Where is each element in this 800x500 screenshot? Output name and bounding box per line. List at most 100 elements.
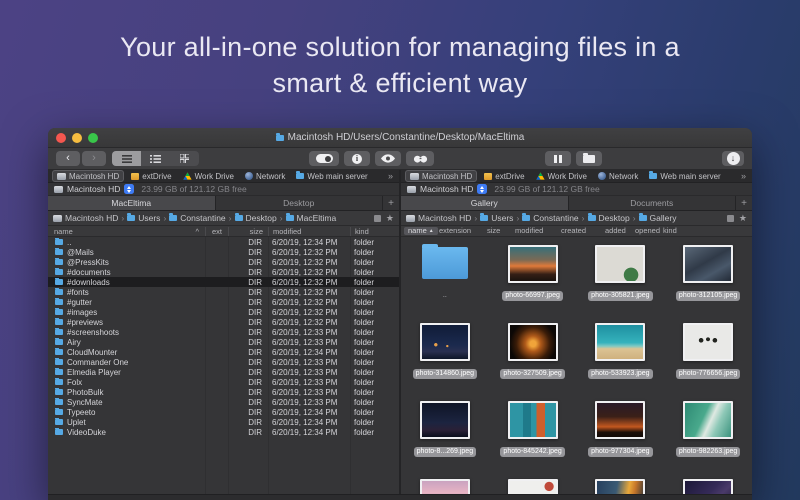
grid-item[interactable]: photo-977304.jpeg [577,393,665,471]
favorite-item-macintosh-hd[interactable]: Macintosh HD [52,170,124,182]
preview-button[interactable] [375,151,401,166]
column-header-modified[interactable]: modified [515,226,543,236]
search-button[interactable] [406,151,434,166]
grid-item[interactable]: photo-533923.jpeg [577,315,665,393]
dual-pane-toggle-button[interactable] [309,151,339,166]
column-header-extension[interactable]: extension [439,226,471,236]
table-row[interactable]: @PressKitsDIR6/20/19, 12:32 PMfolder [48,257,399,267]
table-row[interactable]: #fontsDIR6/20/19, 12:32 PMfolder [48,287,399,297]
grid-item[interactable]: photo-982263.jpeg [664,393,752,471]
list-view-button[interactable] [112,151,141,166]
column-header-created[interactable]: created [561,226,586,236]
grid-item-parent-folder[interactable]: .. [401,237,489,315]
queue-pause-button[interactable] [545,151,571,166]
column-header-name[interactable]: name▲ [404,227,438,235]
grid-item[interactable]: photo-314860.jpeg [401,315,489,393]
breadcrumb-item-macintosh-hd[interactable]: Macintosh HD [53,213,118,223]
path-options-button[interactable] [374,215,381,222]
column-header-added[interactable]: added [605,226,626,236]
column-header-opened[interactable]: opened [635,226,660,236]
table-row[interactable]: UpletDIR6/20/19, 12:34 PMfolder [48,417,399,427]
table-row[interactable]: #gutterDIR6/20/19, 12:32 PMfolder [48,297,399,307]
add-tab-button[interactable]: + [736,196,752,210]
breadcrumb-item-desktop[interactable]: Desktop [588,213,630,223]
titlebar[interactable]: Macintosh HD/Users/Constantine/Desktop/M… [48,128,752,148]
favorite-item-work-drive[interactable]: Work Drive [179,171,238,182]
favorite-star-icon[interactable]: ★ [739,214,747,223]
grid-item[interactable]: photo-312105.jpeg [664,237,752,315]
column-headers-right: name▲extension size modified created addedop… [401,226,752,237]
tab-desktop[interactable]: Desktop [216,196,383,210]
table-row[interactable]: SyncMateDIR6/20/19, 12:33 PMfolder [48,397,399,407]
folder-icon [480,215,488,221]
column-header-kind[interactable]: kind [663,226,677,236]
tab-gallery[interactable]: Gallery [401,196,568,210]
tab-documents[interactable]: Documents [569,196,736,210]
grid-view-button[interactable] [170,151,199,166]
table-row[interactable]: PhotoBulkDIR6/20/19, 12:33 PMfolder [48,387,399,397]
forward-button[interactable]: › [82,151,106,166]
tab-maceltima[interactable]: MacEltima [48,196,215,210]
favorite-item-extdrive[interactable]: extDrive [480,171,528,182]
favorite-item-network[interactable]: Network [594,171,642,182]
close-window-button[interactable] [56,133,66,143]
breadcrumb-item-constantine[interactable]: Constantine [522,213,578,223]
drive-selector-stepper[interactable] [477,184,487,194]
favorites-overflow-chevron[interactable]: » [741,171,748,181]
table-row[interactable]: CloudMounterDIR6/20/19, 12:34 PMfolder [48,347,399,357]
table-row[interactable]: Elmedia PlayerDIR6/20/19, 12:33 PMfolder [48,367,399,377]
back-button[interactable]: ‹ [56,151,80,166]
table-row[interactable]: FolxDIR6/20/19, 12:33 PMfolder [48,377,399,387]
detail-view-button[interactable] [141,151,170,166]
table-row[interactable]: ..DIR6/20/19, 12:34 PMfolder [48,237,399,247]
table-row[interactable]: Commander OneDIR6/20/19, 12:33 PMfolder [48,357,399,367]
breadcrumb-item-macintosh-hd[interactable]: Macintosh HD [406,213,471,223]
favorite-item-macintosh-hd[interactable]: Macintosh HD [405,170,477,182]
column-header-kind[interactable]: kind [350,227,399,236]
column-header-size[interactable]: size [487,226,500,236]
breadcrumb-item-users[interactable]: Users [127,213,160,223]
breadcrumb-item-constantine[interactable]: Constantine [169,213,225,223]
grid-item[interactable]: photo-845242.jpeg [489,393,577,471]
table-row[interactable]: TypeetoDIR6/20/19, 12:34 PMfolder [48,407,399,417]
table-row[interactable]: #downloadsDIR6/20/19, 12:32 PMfolder [48,277,399,287]
breadcrumb-item-maceltima[interactable]: MacEltima [286,213,337,223]
image-thumbnail [683,245,733,283]
drive-selector-stepper[interactable] [124,184,134,194]
network-connections-button[interactable] [576,151,602,166]
table-row[interactable]: #documentsDIR6/20/19, 12:32 PMfolder [48,267,399,277]
breadcrumb-item-desktop[interactable]: Desktop [235,213,277,223]
table-row[interactable]: #imagesDIR6/20/19, 12:32 PMfolder [48,307,399,317]
favorites-overflow-chevron[interactable]: » [388,171,395,181]
table-row[interactable]: @MailsDIR6/20/19, 12:32 PMfolder [48,247,399,257]
table-row[interactable]: AiryDIR6/20/19, 12:33 PMfolder [48,337,399,347]
breadcrumb-item-users[interactable]: Users [480,213,513,223]
right-pane: Macintosh HDextDriveWork DriveNetworkWeb… [401,170,752,500]
favorite-star-icon[interactable]: ★ [386,214,394,223]
image-thumbnail [683,401,733,439]
info-button[interactable]: i [344,151,370,166]
downloads-button[interactable]: ↓ [722,151,744,166]
path-options-button[interactable] [727,215,734,222]
add-tab-button[interactable]: + [383,196,399,210]
favorite-item-web-main-server[interactable]: Web main server [645,171,724,182]
grid-item[interactable]: photo-8...269.jpeg [401,393,489,471]
grid-item[interactable]: photo-776656.jpeg [664,315,752,393]
breadcrumb-item-gallery[interactable]: Gallery [639,213,677,223]
favorite-item-work-drive[interactable]: Work Drive [532,171,591,182]
table-row[interactable]: #previewsDIR6/20/19, 12:32 PMfolder [48,317,399,327]
favorite-item-web-main-server[interactable]: Web main server [292,171,371,182]
grid-item[interactable]: photo-305821.jpeg [577,237,665,315]
table-row[interactable]: VideoDukeDIR6/20/19, 12:34 PMfolder [48,427,399,437]
table-row[interactable]: #screenshootsDIR6/20/19, 12:33 PMfolder [48,327,399,337]
minimize-window-button[interactable] [72,133,82,143]
zoom-window-button[interactable] [88,133,98,143]
column-header-modified[interactable]: modified [268,227,350,236]
favorite-item-network[interactable]: Network [241,171,289,182]
column-header-name[interactable]: name^ [48,227,205,236]
grid-item[interactable]: photo-66997.jpeg [489,237,577,315]
grid-item[interactable]: photo-327509.jpeg [489,315,577,393]
favorite-item-extdrive[interactable]: extDrive [127,171,175,182]
column-header-size[interactable]: size [228,227,268,236]
column-header-ext[interactable]: ext [205,227,228,236]
